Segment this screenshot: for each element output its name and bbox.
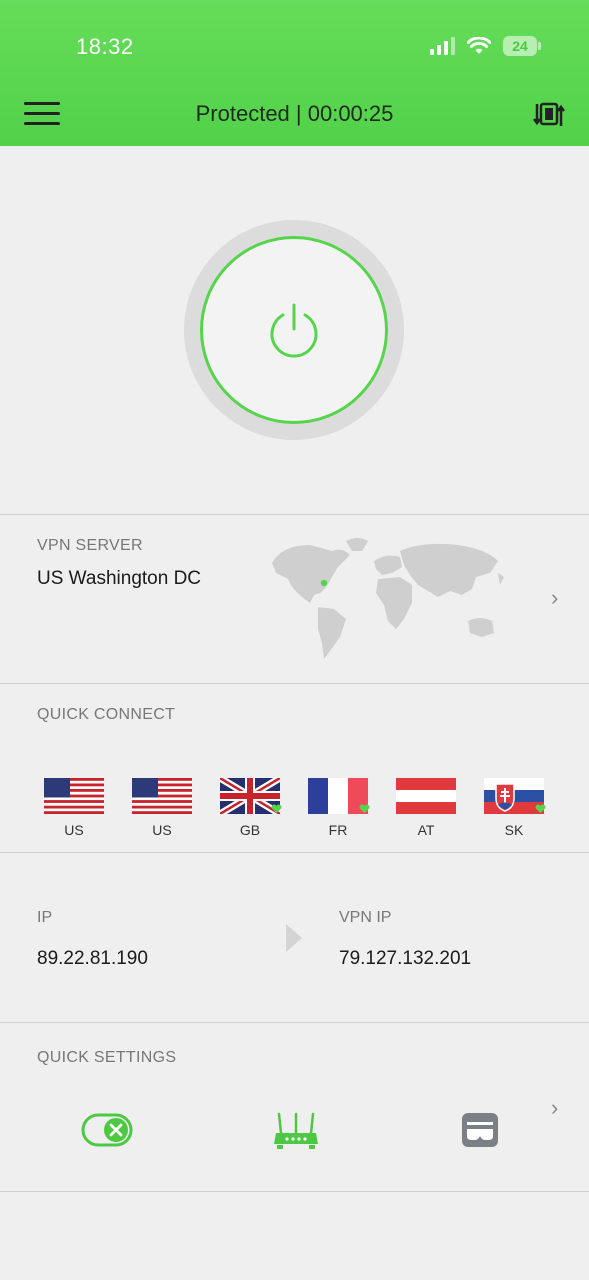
flag-code: FR bbox=[328, 822, 348, 838]
at-flag-icon bbox=[396, 778, 456, 814]
flag-code: AT bbox=[417, 822, 435, 838]
power-button[interactable] bbox=[200, 236, 388, 424]
connection-status-title: Protected | 00:00:25 bbox=[195, 101, 394, 126]
signal-icon bbox=[430, 37, 455, 55]
switch-server-button[interactable] bbox=[533, 100, 565, 130]
favorite-heart-icon bbox=[535, 804, 546, 814]
power-ring bbox=[184, 220, 404, 440]
quick-connect-us[interactable]: US bbox=[42, 778, 106, 838]
kill-switch-toggle[interactable] bbox=[81, 1112, 133, 1153]
location-dot bbox=[320, 579, 328, 587]
quick-connect-fr[interactable]: FR bbox=[306, 778, 370, 838]
battery-icon: 24 bbox=[503, 36, 541, 56]
router-icon bbox=[274, 1112, 318, 1149]
quick-settings-row[interactable]: QUICK SETTINGS › bbox=[0, 1023, 589, 1191]
divider bbox=[0, 852, 589, 853]
us-flag-icon bbox=[132, 778, 192, 814]
quick-connect-label: QUICK CONNECT bbox=[37, 706, 176, 723]
divider bbox=[0, 683, 589, 684]
power-area bbox=[0, 146, 589, 514]
quick-settings-label: QUICK SETTINGS bbox=[37, 1049, 177, 1066]
quick-connect-gb[interactable]: GB bbox=[218, 778, 282, 838]
incognito-setting[interactable] bbox=[461, 1112, 499, 1153]
flag-code: US bbox=[152, 822, 172, 838]
divider bbox=[0, 1191, 589, 1192]
us-flag-icon bbox=[44, 778, 104, 814]
power-icon bbox=[270, 303, 318, 358]
swap-icon bbox=[533, 102, 565, 126]
vpn-server-name: US Washington DC bbox=[37, 568, 202, 589]
status-icons: 24 bbox=[429, 36, 541, 56]
quick-connect-at[interactable]: AT bbox=[394, 778, 458, 838]
favorite-heart-icon bbox=[359, 804, 370, 814]
ip-label: IP bbox=[37, 909, 53, 926]
chevron-right-icon: › bbox=[551, 1095, 559, 1120]
arrow-right-icon bbox=[286, 924, 302, 952]
router-setting[interactable] bbox=[273, 1111, 319, 1156]
vpn-server-row[interactable]: VPN SERVER US Washington DC › bbox=[0, 515, 589, 683]
flag-code: US bbox=[64, 822, 84, 838]
flag-code: GB bbox=[239, 822, 261, 838]
vpn-ip-label: VPN IP bbox=[339, 909, 392, 926]
vpn-server-label: VPN SERVER bbox=[37, 537, 143, 554]
vpn-ip-value: 79.127.132.201 bbox=[339, 948, 472, 969]
quick-connect-sk[interactable]: SK bbox=[482, 778, 546, 838]
quick-connect-us[interactable]: US bbox=[130, 778, 194, 838]
top-bar: 18:32 24 Protected | 00:00:25 bbox=[0, 0, 589, 146]
chevron-right-icon: › bbox=[551, 585, 559, 610]
favorite-heart-icon bbox=[271, 804, 282, 814]
incognito-icon bbox=[462, 1113, 498, 1147]
kill-switch-icon bbox=[81, 1113, 133, 1147]
world-map-icon bbox=[272, 538, 504, 659]
flag-code: SK bbox=[504, 822, 524, 838]
status-time: 18:32 bbox=[76, 34, 134, 59]
ip-value: 89.22.81.190 bbox=[37, 948, 148, 969]
quick-connect-list: US US GB FR AT SK bbox=[0, 778, 589, 848]
wifi-icon bbox=[467, 37, 491, 54]
